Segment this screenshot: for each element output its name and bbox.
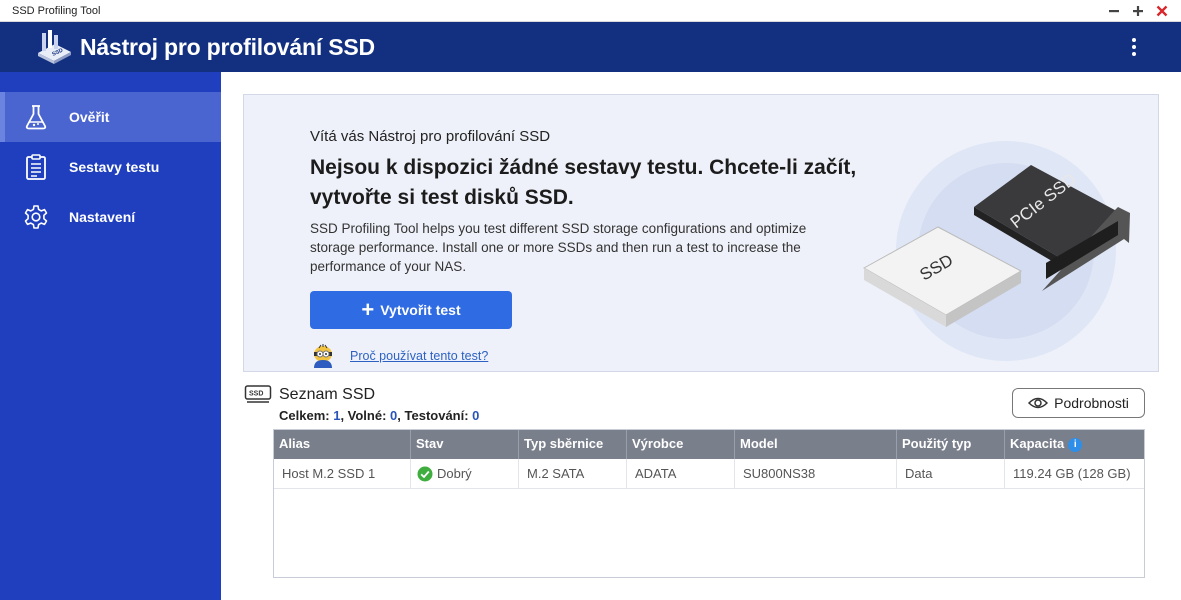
- cell-used-type: Data: [896, 459, 1004, 489]
- app-header: SSD Nástroj pro profilování SSD: [0, 22, 1181, 72]
- column-header-bus-type[interactable]: Typ sběrnice: [518, 430, 626, 459]
- check-circle-icon: [417, 466, 433, 482]
- info-icon[interactable]: i: [1068, 437, 1083, 452]
- plus-icon: +: [361, 297, 375, 322]
- minimize-button[interactable]: [1102, 0, 1126, 22]
- sidebar: Ověřit Sestavy testu Nastavení: [0, 72, 221, 600]
- table-header: Alias Stav Typ sběrnice Výrobce Model Po…: [274, 430, 1144, 459]
- mascot-icon: [314, 344, 332, 368]
- eye-icon: [1028, 397, 1049, 409]
- column-header-status[interactable]: Stav: [410, 430, 518, 459]
- welcome-panel: Vítá vás Nástroj pro profilování SSD Nej…: [243, 94, 1159, 372]
- cell-alias: Host M.2 SSD 1: [282, 466, 376, 481]
- minimize-icon: [1109, 10, 1119, 13]
- total-label: Celkem:: [279, 408, 334, 423]
- sidebar-item-test-reports[interactable]: Sestavy testu: [0, 142, 221, 192]
- ssd-list-title: Seznam SSD: [279, 386, 376, 403]
- welcome-headline: Nejsou k dispozici žádné sestavy testu. …: [310, 156, 857, 209]
- details-button[interactable]: Podrobnosti: [1012, 388, 1145, 418]
- app-logo-icon: SSD: [38, 30, 71, 64]
- cell-vendor: ADATA: [626, 459, 734, 489]
- sidebar-item-verify[interactable]: Ověřit: [0, 92, 221, 142]
- cell-model: SU800NS38: [734, 459, 896, 489]
- sidebar-item-label: Sestavy testu: [69, 159, 160, 175]
- column-header-model[interactable]: Model: [734, 430, 896, 459]
- free-label: , Volné:: [340, 408, 391, 423]
- create-test-label: Vytvořit test: [380, 302, 461, 318]
- sidebar-item-settings[interactable]: Nastavení: [0, 192, 221, 242]
- gear-icon: [24, 205, 48, 229]
- column-header-alias[interactable]: Alias: [274, 430, 410, 459]
- cell-capacity: 119.24 GB (128 GB): [1004, 459, 1144, 489]
- column-header-vendor[interactable]: Výrobce: [626, 430, 734, 459]
- why-use-test-link[interactable]: Proč používat tento test?: [350, 349, 488, 363]
- more-menu-button[interactable]: [1122, 34, 1146, 60]
- cell-status: Dobrý: [410, 459, 518, 489]
- flask-icon: [25, 105, 47, 130]
- app-title: Nástroj pro profilování SSD: [80, 34, 375, 60]
- close-button[interactable]: [1150, 0, 1174, 22]
- cell-bus-type: M.2 SATA: [518, 459, 626, 489]
- ssd-illustration: PCIe SSD SSD: [862, 141, 1130, 361]
- column-header-used-type[interactable]: Použitý typ: [896, 430, 1004, 459]
- sidebar-item-label: Nastavení: [69, 209, 136, 225]
- clipboard-list-icon: [26, 154, 46, 180]
- testing-label: , Testování:: [397, 408, 473, 423]
- ssd-table: Alias Stav Typ sběrnice Výrobce Model Po…: [273, 429, 1145, 578]
- details-button-label: Podrobnosti: [1054, 395, 1129, 411]
- ssd-drive-icon: SSD: [244, 385, 272, 403]
- ssd-counts: Celkem: 1, Volné: 0, Testování: 0: [279, 408, 479, 423]
- testing-count: 0: [472, 408, 480, 423]
- welcome-description: SSD Profiling Tool helps you test differ…: [310, 221, 807, 274]
- sidebar-item-label: Ověřit: [69, 109, 110, 125]
- window-titlebar: SSD Profiling Tool: [0, 0, 1181, 22]
- close-icon: [1156, 5, 1168, 17]
- svg-text:SSD: SSD: [249, 391, 263, 398]
- capacity-header-label: Kapacita: [1010, 436, 1065, 451]
- plus-icon: [1133, 6, 1143, 16]
- welcome-greeting: Vítá vás Nástroj pro profilování SSD: [310, 128, 551, 145]
- status-text: Dobrý: [437, 466, 472, 481]
- create-test-button[interactable]: + Vytvořit test: [310, 291, 512, 329]
- table-row[interactable]: Host M.2 SSD 1 Dobrý M.2 SATA ADATA SU80…: [274, 459, 1144, 489]
- window-title: SSD Profiling Tool: [12, 4, 101, 17]
- maximize-button[interactable]: [1126, 0, 1150, 22]
- column-header-capacity[interactable]: Kapacita i: [1004, 430, 1144, 459]
